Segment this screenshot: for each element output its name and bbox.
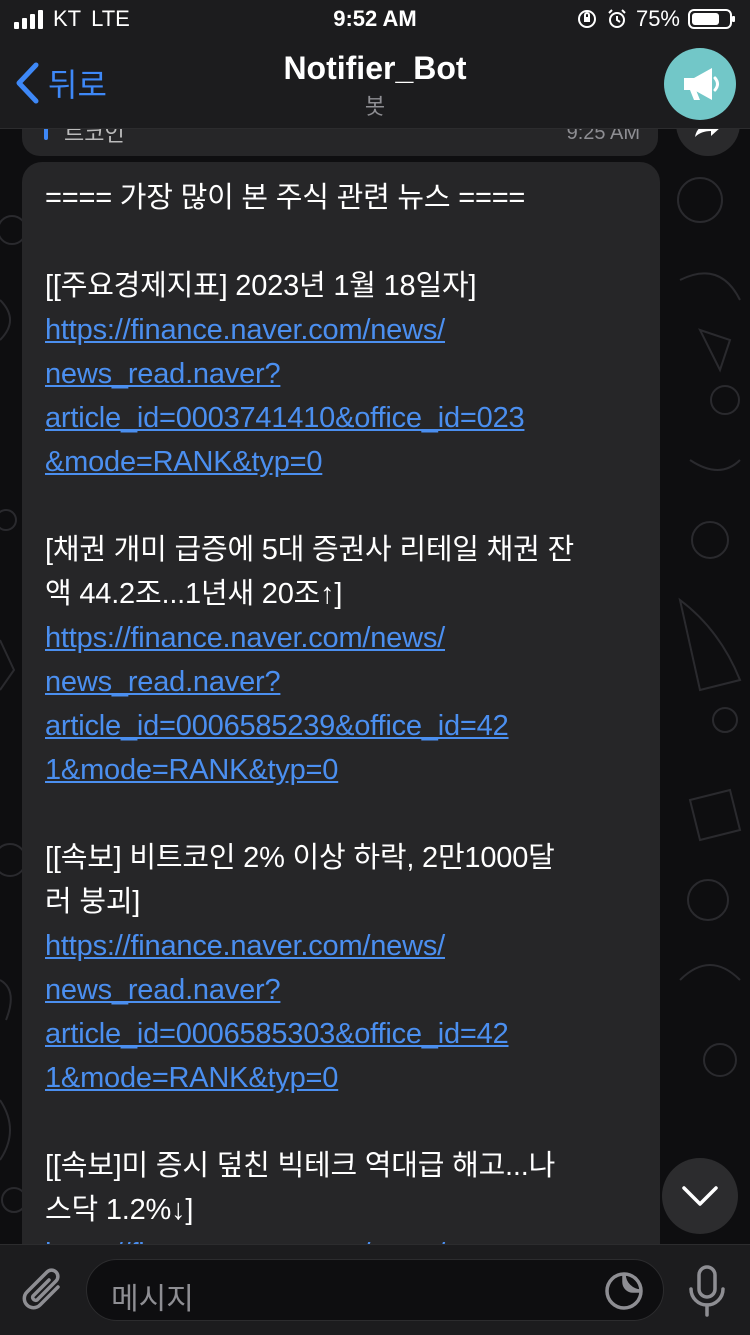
news-1-title: [[주요경제지표] 2023년 1월 18일자] — [45, 270, 477, 302]
chat-header[interactable]: Notifier_Bot 봇 — [0, 50, 750, 121]
navigation-bar: 뒤로 Notifier_Bot 봇 — [0, 40, 750, 129]
sticker-icon[interactable] — [603, 1270, 645, 1312]
chevron-down-icon — [682, 1186, 718, 1206]
news-3-link[interactable]: article_id=0006585303&office_id=42 — [45, 1012, 638, 1056]
news-2-link[interactable]: https://finance.naver.com/news/ — [45, 616, 638, 660]
scroll-to-bottom-button[interactable] — [662, 1158, 738, 1234]
message-input-placeholder: 메시지 — [111, 1283, 194, 1316]
orientation-lock-icon — [577, 10, 596, 28]
message-input-bar: 메시지 — [0, 1244, 750, 1335]
news-1-link[interactable]: &mode=RANK&typ=0 — [45, 440, 638, 484]
news-3-link[interactable]: news_read.naver? — [45, 968, 638, 1012]
news-4-title: 스닥 1.2%↓] — [45, 1194, 194, 1226]
chat-subtitle: 봇 — [364, 94, 386, 119]
megaphone-icon — [684, 68, 719, 100]
news-3-title: 러 붕괴] — [45, 886, 141, 918]
battery-icon — [688, 9, 735, 29]
news-3-link[interactable]: https://finance.naver.com/news/ — [45, 924, 638, 968]
news-3-link[interactable]: 1&mode=RANK&typ=0 — [45, 1056, 638, 1100]
news-2-title: 액 44.2조...1년새 20조↑] — [45, 578, 343, 610]
chat-title: Notifier_Bot — [283, 50, 467, 86]
news-1-link[interactable]: article_id=0003741410&office_id=023 — [45, 396, 638, 440]
microphone-icon[interactable] — [686, 1263, 728, 1319]
news-2-link[interactable]: article_id=0006585239&office_id=42 — [45, 704, 638, 748]
news-3-title: [[속보] 비트코인 2% 이상 하락, 2만1000달 — [45, 842, 555, 874]
battery-percent: 75% — [635, 6, 680, 31]
news-1-link[interactable]: https://finance.naver.com/news/ — [45, 308, 638, 352]
message-text: ==== 가장 많이 본 주식 관련 뉴스 ==== [[주요경제지표] 202… — [45, 176, 638, 1276]
news-2-link[interactable]: news_read.naver? — [45, 660, 638, 704]
paperclip-icon[interactable] — [20, 1265, 66, 1315]
news-2-title: [채권 개미 급증에 5대 증권사 리테일 채권 잔 — [45, 534, 574, 566]
news-1-link[interactable]: news_read.naver? — [45, 352, 638, 396]
alarm-icon — [608, 9, 626, 28]
message-bubble[interactable]: ==== 가장 많이 본 주식 관련 뉴스 ==== [[주요경제지표] 202… — [22, 162, 660, 1282]
news-4-title: [[속보]미 증시 덮친 빅테크 역대급 해고...나 — [45, 1150, 556, 1182]
bot-avatar[interactable] — [664, 48, 736, 120]
message-input[interactable]: 메시지 — [86, 1259, 664, 1321]
status-bar: KT LTE 9:52 AM 75% — [0, 0, 750, 40]
message-header: ==== 가장 많이 본 주식 관련 뉴스 ==== — [45, 182, 526, 214]
status-right: 75% — [576, 6, 735, 32]
news-2-link[interactable]: 1&mode=RANK&typ=0 — [45, 748, 638, 792]
